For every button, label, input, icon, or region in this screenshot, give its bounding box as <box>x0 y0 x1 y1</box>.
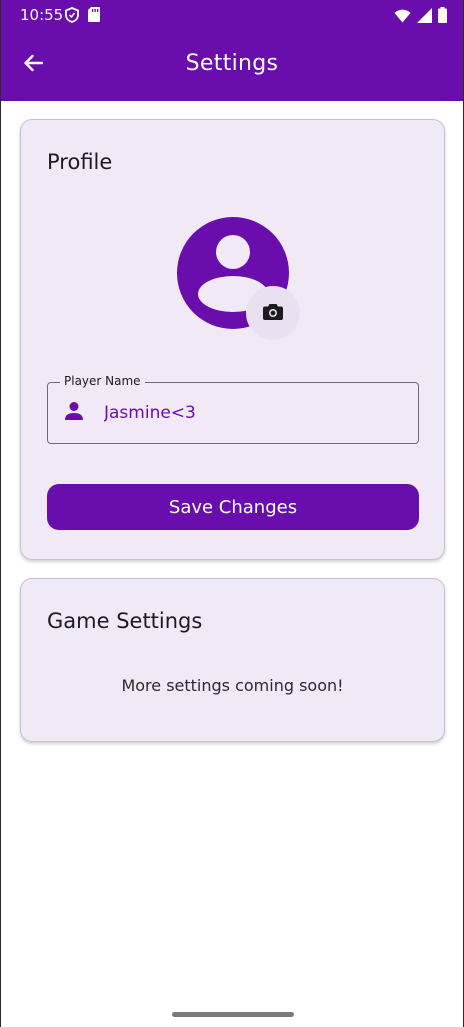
player-name-field[interactable]: Player Name <box>47 374 419 444</box>
game-settings-title: Game Settings <box>47 609 203 633</box>
profile-card: Profile Player Name Jasmine<3 Save Chang… <box>20 119 445 560</box>
player-name-label: Player Name <box>60 374 145 388</box>
status-right-icons <box>394 7 447 27</box>
save-changes-button[interactable]: Save Changes <box>47 484 419 530</box>
coming-soon-message: More settings coming soon! <box>121 676 344 695</box>
home-indicator[interactable] <box>172 1012 294 1017</box>
wifi-icon <box>394 8 411 27</box>
battery-icon <box>438 7 447 27</box>
change-avatar-button[interactable] <box>246 286 300 340</box>
shield-icon <box>65 7 79 27</box>
player-name-input[interactable] <box>104 401 404 425</box>
signal-icon <box>417 7 432 27</box>
status-left-icons <box>65 7 100 27</box>
page-title: Settings <box>185 51 279 76</box>
status-bar: 10:55 <box>1 0 463 30</box>
status-time: 10:55 <box>20 6 64 24</box>
profile-title: Profile <box>47 150 113 174</box>
camera-icon <box>263 303 283 324</box>
app-bar: Settings <box>1 30 463 101</box>
person-icon <box>64 401 84 425</box>
game-settings-card: Game Settings More settings coming soon! <box>20 578 445 742</box>
avatar <box>176 216 300 340</box>
sd-card-icon <box>88 7 100 27</box>
